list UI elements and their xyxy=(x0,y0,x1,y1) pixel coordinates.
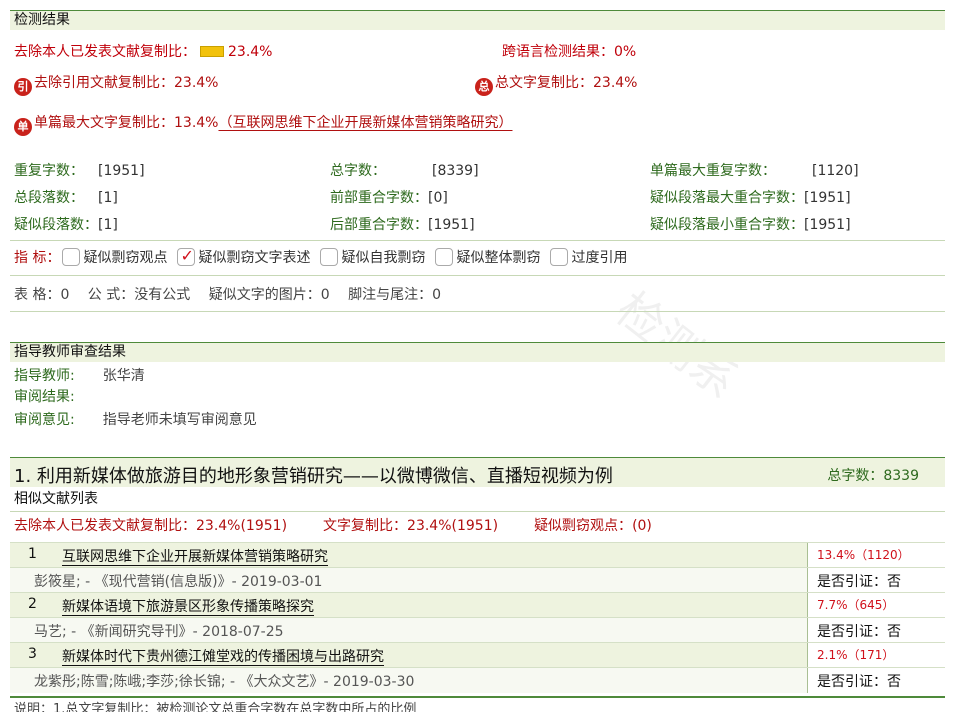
divider xyxy=(10,240,945,241)
summary-row-3: 单单篇最大文字复制比：13.4%（互联网思维下企业开展新媒体营销策略研究） xyxy=(14,113,512,136)
indicator-label-2: 疑似剽窃文字表述 xyxy=(198,250,311,266)
single-doc-link[interactable]: （互联网思维下企业开展新媒体营销策略研究） xyxy=(218,115,512,131)
stat-paragraphs: 总段落数： [1] xyxy=(14,190,118,206)
source-number: 1 xyxy=(28,546,37,562)
excl-cite-label: 去除引用文献复制比： xyxy=(34,75,174,91)
indicator-label-5: 过度引用 xyxy=(571,250,628,266)
indicator-checkbox-5[interactable] xyxy=(550,248,569,266)
source-meta: 彭筱星; - 《现代营销(信息版)》- 2019-03-01 xyxy=(34,574,323,590)
indicator-label-4: 疑似整体剽窃 xyxy=(456,250,541,266)
stat-total: 总字数： [8339] xyxy=(330,163,479,179)
divider xyxy=(10,511,945,512)
section-summary-row: 去除本人已发表文献复制比：23.4%(1951) 文字复制比：23.4%(1951… xyxy=(14,518,652,534)
excl-cite-value: 23.4% xyxy=(174,75,219,91)
excl-self-label: 去除本人已发表文献复制比： xyxy=(14,44,196,60)
result-header: 检测结果 xyxy=(10,10,945,30)
total-copy-row: 总总文字复制比：23.4% xyxy=(475,73,637,96)
source-number: 3 xyxy=(28,646,37,662)
footer-note: 说明：1.总文字复制比：被检测论文总重合字数在总字数中所占的比例 xyxy=(14,702,417,712)
teacher-name-row: 指导教师: 张华清 xyxy=(14,368,145,384)
cross-lang-value: 0% xyxy=(614,44,637,60)
ratio-bar xyxy=(200,46,224,57)
source-cite: 是否引证：否 xyxy=(817,574,901,590)
teacher-header: 指导教师审查结果 xyxy=(10,342,945,362)
source-title-link[interactable]: 互联网思维下企业开展新媒体营销策略研究 xyxy=(62,546,328,566)
excl-self-value: 23.4% xyxy=(228,44,273,60)
divider xyxy=(10,696,945,698)
cite-badge-icon: 引 xyxy=(14,78,32,96)
misc-row: 表 格：0 公 式：没有公式 疑似文字的图片：0 脚注与尾注：0 xyxy=(14,287,441,303)
source-title-row-3[interactable]: 3 新媒体时代下贵州德江傩堂戏的传播困境与出路研究 2.1%（171） xyxy=(10,642,945,668)
indicator-checkbox-3[interactable] xyxy=(320,248,339,266)
indicators-label: 指 标： xyxy=(14,250,61,266)
indicator-label-1: 疑似剽窃观点 xyxy=(83,250,168,266)
indicators-row: 指 标： 疑似剽窃观点 ✓ 疑似剽窃文字表述 疑似自我剽窃 疑似整体剽窃 过度引用 xyxy=(14,246,628,268)
source-title-link[interactable]: 新媒体时代下贵州德江傩堂戏的传播困境与出路研究 xyxy=(62,646,384,666)
source-meta: 马艺; - 《新闻研究导刊》- 2018-07-25 xyxy=(34,624,284,640)
source-title-row-1[interactable]: 1 互联网思维下企业开展新媒体营销策略研究 13.4%（1120） xyxy=(10,542,945,568)
source-cite: 是否引证：否 xyxy=(817,624,901,640)
total-badge-icon: 总 xyxy=(475,78,493,96)
source-title-link[interactable]: 新媒体语境下旅游景区形象传播策略探究 xyxy=(62,596,314,616)
single-badge-icon: 单 xyxy=(14,118,32,136)
stat-single-max: 单篇最大重复字数： [1120] xyxy=(650,163,859,179)
indicator-checkbox-2[interactable]: ✓ xyxy=(177,246,196,266)
source-meta-row-3: 龙紫彤;陈雪;陈峨;李莎;徐长锦; - 《大众文艺》- 2019-03-30 是… xyxy=(10,667,945,693)
stat-front-overlap: 前部重合字数：[0] xyxy=(330,190,448,206)
checkmark-icon: ✓ xyxy=(180,246,194,265)
summary-row-2: 引去除引用文献复制比：23.4% xyxy=(14,73,218,96)
stat-repeat: 重复字数： [1951] xyxy=(14,163,145,179)
stat-susp-paragraphs: 疑似段落数：[1] xyxy=(14,217,118,233)
divider xyxy=(10,275,945,276)
single-copy-value: 13.4% xyxy=(174,115,219,131)
source-percent: 2.1%（171） xyxy=(817,648,895,662)
summary-row-1: 去除本人已发表文献复制比： 23.4% xyxy=(14,42,272,62)
teacher-result-row: 审阅结果: xyxy=(14,389,75,405)
section-total-chars: 总字数：8339 xyxy=(827,468,919,484)
source-percent: 13.4%（1120） xyxy=(817,548,910,562)
source-meta-row-2: 马艺; - 《新闻研究导刊》- 2018-07-25 是否引证：否 xyxy=(10,617,945,643)
total-copy-label: 总文字复制比： xyxy=(495,75,593,91)
indicator-label-3: 疑似自我剽窃 xyxy=(341,250,426,266)
stat-para-min: 疑似段落最小重合字数：[1951] xyxy=(650,217,851,233)
cross-lang-label: 跨语言检测结果： xyxy=(502,44,614,60)
source-meta-row-1: 彭筱星; - 《现代营销(信息版)》- 2019-03-01 是否引证：否 xyxy=(10,567,945,593)
indicator-checkbox-1[interactable] xyxy=(62,248,81,266)
source-number: 2 xyxy=(28,596,37,612)
single-copy-label: 单篇最大文字复制比： xyxy=(34,115,174,131)
section-title-bar: 1. 利用新媒体做旅游目的地形象营销研究——以微博微信、直播短视频为例 总字数：… xyxy=(10,457,945,487)
stat-back-overlap: 后部重合字数：[1951] xyxy=(330,217,475,233)
source-title-row-2[interactable]: 2 新媒体语境下旅游景区形象传播策略探究 7.7%（645） xyxy=(10,592,945,618)
divider xyxy=(10,311,945,312)
teacher-opinion-row: 审阅意见: 指导老师未填写审阅意见 xyxy=(14,412,257,428)
list-header: 相似文献列表 xyxy=(14,491,98,507)
indicator-checkbox-4[interactable] xyxy=(435,248,454,266)
cross-lang-row: 跨语言检测结果：0% xyxy=(502,42,636,62)
total-copy-value: 23.4% xyxy=(593,75,638,91)
source-cite: 是否引证：否 xyxy=(817,674,901,690)
section-title: 1. 利用新媒体做旅游目的地形象营销研究——以微博微信、直播短视频为例 xyxy=(14,466,613,487)
source-percent: 7.7%（645） xyxy=(817,598,895,612)
stat-para-max: 疑似段落最大重合字数：[1951] xyxy=(650,190,851,206)
source-meta: 龙紫彤;陈雪;陈峨;李莎;徐长锦; - 《大众文艺》- 2019-03-30 xyxy=(34,674,415,690)
